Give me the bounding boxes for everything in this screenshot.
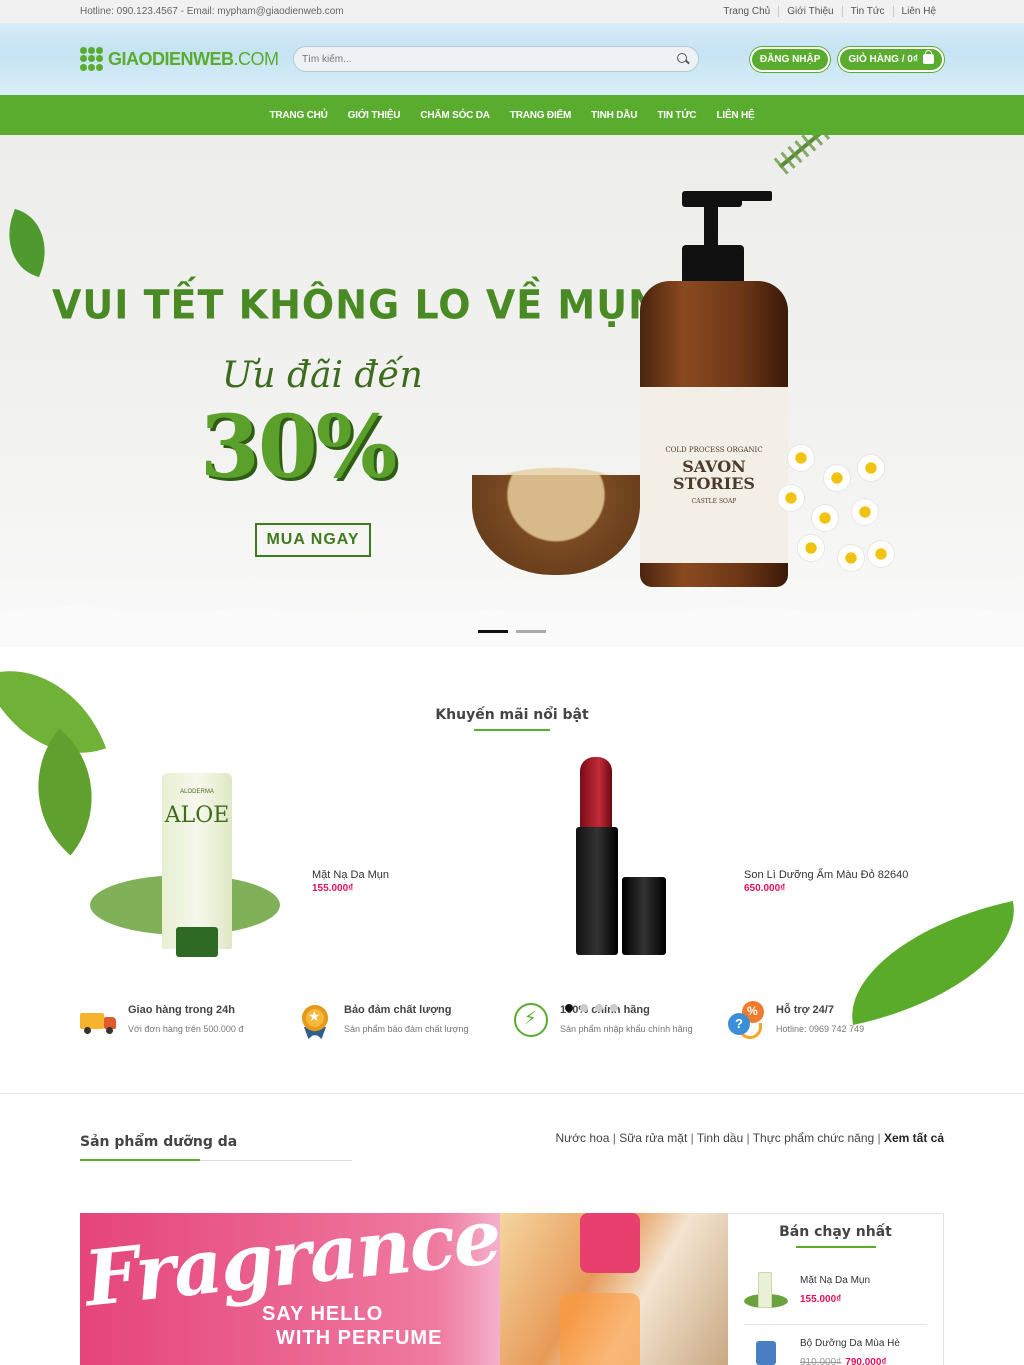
product-price: 910.000₫ 790.000₫ xyxy=(800,1357,900,1365)
product-price: 155.000₫ xyxy=(312,883,354,894)
banner-line-1: SAY HELLO xyxy=(262,1303,384,1325)
banner-line-2: WITH PERFUME xyxy=(276,1327,443,1349)
feature-desc: Sản phẩm nhập khẩu chính hãng xyxy=(560,1024,693,1034)
promo-pagination xyxy=(565,1004,618,1012)
promo-dot-3[interactable] xyxy=(595,1004,603,1012)
truck-icon xyxy=(80,1001,118,1039)
feature-item: Giao hàng trong 24h Với đơn hàng trên 50… xyxy=(80,1001,296,1039)
product-name[interactable]: Son Lì Dưỡng Ẩm Màu Đỏ 82640 xyxy=(744,869,908,881)
product-thumbnail[interactable] xyxy=(744,1270,788,1310)
section-title: Sản phẩm dưỡng da xyxy=(80,1134,352,1161)
lipstick-cap-image xyxy=(622,877,666,955)
feature-title: Giao hàng trong 24h xyxy=(128,1004,235,1016)
login-button[interactable]: ĐĂNG NHẬP xyxy=(749,46,831,72)
promotions-section: Khuyến mãi nổi bật ALODERMA ALOE Mặt Nạ … xyxy=(0,644,1024,1025)
chamomile-decoration xyxy=(768,445,898,595)
site-logo[interactable]: GIAODIENWEB.COM xyxy=(80,47,293,71)
product-name[interactable]: Mặt Nạ Da Mụn xyxy=(800,1275,870,1286)
promo-dot-1[interactable] xyxy=(565,1004,573,1012)
feature-item: 100% chính hãng Sản phẩm nhập khẩu chính… xyxy=(512,1001,728,1039)
cart-button[interactable]: GIỎ HÀNG / 0₫ xyxy=(838,46,944,72)
search-icon[interactable] xyxy=(676,52,690,66)
feature-desc: Với đơn hàng trên 500.000 đ xyxy=(128,1024,244,1034)
hero-pagination xyxy=(478,630,546,633)
header: GIAODIENWEB.COM ĐĂNG NHẬP GIỎ HÀNG / 0₫ xyxy=(0,23,1024,95)
promo-carousel: ALODERMA ALOE Mặt Nạ Da Mụn 155.000₫ Son… xyxy=(80,757,944,1012)
search-input[interactable] xyxy=(302,53,676,65)
category-link-perfume[interactable]: Nước hoa xyxy=(555,1131,609,1145)
category-link-supplements[interactable]: Thực phẩm chức năng xyxy=(753,1131,874,1145)
nav-item-skincare[interactable]: CHĂM SÓC DA xyxy=(410,110,499,121)
top-links: Trang Chủ Giới Thiệu Tin Tức Liên Hệ xyxy=(715,6,944,17)
logo-text: GIAODIENWEB.COM xyxy=(108,48,279,69)
nav-item-about[interactable]: GIỚI THIỆU xyxy=(338,110,411,121)
feature-title: Bảo đảm chất lượng xyxy=(344,1004,452,1016)
header-actions: ĐĂNG NHẬP GIỎ HÀNG / 0₫ xyxy=(749,46,944,72)
promo-dot-2[interactable] xyxy=(580,1004,588,1012)
view-all-link[interactable]: Xem tất cả xyxy=(884,1131,944,1145)
support-icon xyxy=(728,1001,766,1039)
leaf-decoration xyxy=(0,208,59,278)
lightning-icon xyxy=(512,1001,550,1039)
contact-info: Hotline: 090.123.4567 - Email: mypham@gi… xyxy=(80,6,344,17)
product-image[interactable] xyxy=(576,757,618,957)
feature-desc: Hotline: 0969 742 749 xyxy=(776,1024,865,1034)
best-seller-item[interactable]: Bộ Dưỡng Da Mùa Hè 910.000₫ 790.000₫ xyxy=(744,1333,927,1365)
fragrance-banner[interactable]: Fragrance SAY HELLO WITH PERFUME xyxy=(80,1213,728,1365)
features-row: Giao hàng trong 24h Với đơn hàng trên 50… xyxy=(80,993,944,1083)
feature-desc: Sản phẩm bảo đảm chất lượng xyxy=(344,1024,469,1034)
buy-now-button[interactable]: MUA NGAY xyxy=(255,523,371,557)
nav-item-essential-oil[interactable]: TINH DẦU xyxy=(581,110,647,121)
top-link-news[interactable]: Tin Tức xyxy=(841,6,893,17)
product-price: 155.000₫ xyxy=(800,1294,842,1305)
feature-item: Bảo đảm chất lượng Sản phẩm bảo đảm chất… xyxy=(296,1001,512,1039)
medal-icon xyxy=(296,1001,334,1039)
topbar: Hotline: 090.123.4567 - Email: mypham@gi… xyxy=(0,0,1024,23)
top-link-home[interactable]: Trang Chủ xyxy=(715,6,778,17)
logo-icon xyxy=(80,47,104,71)
product-name[interactable]: Bộ Dưỡng Da Mùa Hè xyxy=(800,1338,900,1349)
category-link-essential-oil[interactable]: Tinh dầu xyxy=(697,1131,743,1145)
product-thumbnail[interactable] xyxy=(744,1333,788,1365)
promo-item[interactable]: Son Lì Dưỡng Ẩm Màu Đỏ 82640 650.000₫ xyxy=(744,869,908,894)
hero-slider[interactable]: VUI TẾT KHÔNG LO VỀ MỤN Ưu đãi đến 30% M… xyxy=(0,135,1024,647)
promo-item[interactable]: Mặt Nạ Da Mụn 155.000₫ xyxy=(312,869,389,894)
skincare-section: Sản phẩm dưỡng da Nước hoa | Sữa rửa mặt… xyxy=(80,1094,944,1365)
promo-dot-4[interactable] xyxy=(610,1004,618,1012)
product-price: 650.000₫ xyxy=(744,883,786,894)
feature-title: Hỗ trợ 24/7 xyxy=(776,1004,834,1016)
wooden-bowl-image xyxy=(472,475,640,575)
nav-item-makeup[interactable]: TRANG ĐIỂM xyxy=(500,110,581,121)
best-sellers-box: Bán chạy nhất Mặt Nạ Da Mụn 155.000₫ Bộ … xyxy=(728,1213,944,1365)
torn-paper-edge xyxy=(0,605,1024,647)
main-nav: TRANG CHỦ GIỚI THIỆU CHĂM SÓC DA TRANG Đ… xyxy=(0,95,1024,135)
top-link-contact[interactable]: Liên Hệ xyxy=(892,6,944,17)
rosemary-decoration xyxy=(778,135,874,169)
category-links: Nước hoa | Sữa rửa mặt | Tinh dầu | Thực… xyxy=(555,1131,944,1145)
hero-dot-2[interactable] xyxy=(516,630,546,633)
sale-price: 790.000₫ xyxy=(845,1357,887,1365)
perfume-bottles-image xyxy=(500,1213,728,1365)
nav-item-contact[interactable]: LIÊN HỆ xyxy=(706,110,764,121)
shopping-bag-icon xyxy=(923,50,934,64)
product-image[interactable]: ALODERMA ALOE xyxy=(162,773,232,957)
best-sellers-title: Bán chạy nhất xyxy=(744,1224,927,1248)
nav-item-home[interactable]: TRANG CHỦ xyxy=(259,110,337,121)
old-price: 910.000₫ xyxy=(800,1357,842,1365)
section-title: Khuyến mãi nổi bật xyxy=(0,647,1024,731)
top-link-about[interactable]: Giới Thiệu xyxy=(778,6,841,17)
hero-percent: 30% xyxy=(200,397,397,498)
nav-item-news[interactable]: TIN TỨC xyxy=(647,110,706,121)
hero-dot-1[interactable] xyxy=(478,630,508,633)
hero-subtitle: Ưu đãi đến xyxy=(222,355,423,396)
category-link-cleanser[interactable]: Sữa rửa mặt xyxy=(619,1131,687,1145)
product-name[interactable]: Mặt Nạ Da Mụn xyxy=(312,869,389,881)
search-box xyxy=(293,46,699,72)
hero-title: VUI TẾT KHÔNG LO VỀ MỤN xyxy=(52,281,661,329)
best-seller-item[interactable]: Mặt Nạ Da Mụn 155.000₫ xyxy=(744,1270,927,1310)
